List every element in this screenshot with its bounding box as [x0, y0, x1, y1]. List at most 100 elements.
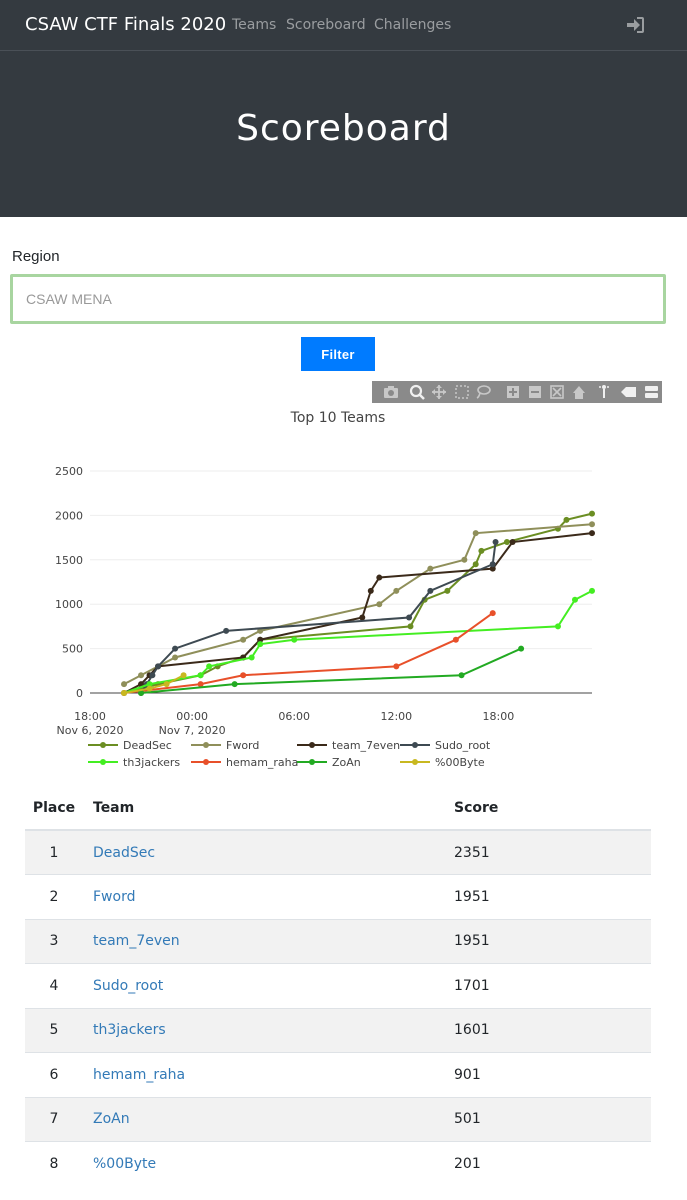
data-point — [427, 565, 434, 572]
chart-title: Top 10 Teams — [290, 410, 386, 426]
team-link[interactable]: ZoAn — [93, 1111, 130, 1127]
data-point — [376, 601, 383, 608]
data-point — [509, 539, 516, 546]
team-link[interactable]: th3jackers — [93, 1022, 166, 1038]
y-tick-label: 2000 — [55, 509, 83, 522]
data-point — [231, 681, 238, 688]
box-select-icon[interactable] — [455, 385, 469, 399]
data-point — [163, 681, 170, 688]
score-cell: 1601 — [454, 1007, 651, 1053]
score-cell: 501 — [454, 1096, 651, 1142]
y-tick-label: 1500 — [55, 554, 83, 567]
zoom-icon[interactable] — [409, 384, 425, 400]
spike-lines-icon[interactable] — [599, 385, 609, 398]
score-cell: 1701 — [454, 963, 651, 1008]
place-cell: 8 — [25, 1141, 93, 1186]
data-point — [406, 614, 413, 621]
zoom-in-icon[interactable] — [507, 386, 519, 398]
team-column-header: Team — [93, 786, 454, 831]
filter-button[interactable]: Filter — [301, 337, 375, 371]
team-link[interactable]: %00Byte — [93, 1156, 156, 1172]
reset-axes-icon[interactable] — [573, 386, 585, 399]
x-tick-sublabel: Nov 6, 2020 — [57, 724, 124, 737]
legend-label: hemam_raha — [226, 756, 298, 769]
place-cell: 4 — [25, 963, 93, 1008]
x-tick-sublabel: Nov 7, 2020 — [159, 724, 226, 737]
team-link[interactable]: Fword — [93, 889, 135, 905]
data-point — [240, 672, 247, 679]
nav-link-scoreboard[interactable]: Scoreboard — [286, 17, 366, 33]
data-point — [472, 530, 479, 537]
data-point — [291, 636, 298, 643]
data-point — [489, 561, 496, 568]
data-point — [376, 574, 383, 581]
legend-label: ZoAn — [332, 756, 361, 769]
sign-in-icon[interactable] — [626, 16, 644, 34]
data-point — [393, 587, 400, 594]
data-point — [554, 623, 561, 630]
x-tick-label: 00:00 — [176, 710, 208, 723]
team-link[interactable]: DeadSec — [93, 845, 155, 861]
team-link[interactable]: Sudo_root — [93, 978, 163, 994]
data-point — [149, 672, 156, 679]
nav-link-teams[interactable]: Teams — [232, 17, 276, 33]
table-header-row: Place Team Score — [25, 786, 651, 831]
legend-label: Sudo_root — [435, 739, 491, 752]
legend-label: team_7even — [332, 739, 400, 752]
data-point — [240, 636, 247, 643]
data-point — [121, 681, 128, 688]
legend-swatch-point — [309, 742, 315, 748]
data-point — [589, 510, 595, 517]
data-point — [589, 587, 595, 594]
legend-swatch-point — [412, 759, 418, 765]
data-point — [180, 672, 187, 679]
data-point — [518, 645, 525, 652]
chart-modebar — [372, 381, 662, 403]
score-column-header: Score — [454, 786, 651, 831]
data-point — [503, 539, 510, 546]
camera-icon[interactable] — [384, 386, 398, 398]
region-input[interactable] — [10, 274, 666, 324]
data-point — [248, 654, 255, 661]
data-point — [461, 556, 468, 563]
score-cell: 2351 — [454, 829, 651, 875]
data-point — [489, 610, 496, 617]
data-point — [206, 663, 213, 670]
y-tick-label: 1000 — [55, 598, 83, 611]
autoscale-icon[interactable] — [550, 385, 564, 399]
page-title: Scoreboard — [236, 108, 451, 149]
x-tick-label: 06:00 — [278, 710, 310, 723]
x-tick-label: 18:00 — [74, 710, 106, 723]
data-point — [478, 547, 485, 554]
data-point — [197, 672, 204, 679]
zoom-out-icon[interactable] — [529, 386, 541, 398]
hover-compare-icon[interactable] — [645, 386, 658, 398]
data-point — [223, 627, 230, 634]
table-row: 1 DeadSec 2351 — [25, 829, 651, 875]
data-point — [407, 623, 414, 630]
legend-label: th3jackers — [123, 756, 180, 769]
legend-swatch-point — [100, 742, 106, 748]
score-cell: 901 — [454, 1052, 651, 1097]
page-header: Scoreboard — [0, 51, 687, 217]
data-point — [444, 587, 451, 594]
lasso-select-icon[interactable] — [476, 385, 491, 399]
data-point — [172, 654, 179, 661]
navbar: CSAW CTF Finals 2020 Teams Scoreboard Ch… — [0, 0, 687, 51]
team-link[interactable]: hemam_raha — [93, 1067, 185, 1083]
table-row: 4 Sudo_root 1701 — [25, 963, 651, 1008]
nav-link-challenges[interactable]: Challenges — [374, 17, 451, 33]
brand-link[interactable]: CSAW CTF Finals 2020 — [25, 14, 226, 35]
data-point — [563, 516, 570, 523]
pan-icon[interactable] — [432, 385, 446, 399]
data-point — [589, 521, 595, 528]
y-tick-label: 500 — [62, 643, 83, 656]
hover-closest-icon[interactable] — [621, 387, 636, 397]
team-link[interactable]: team_7even — [93, 933, 180, 949]
legend-swatch-point — [203, 742, 209, 748]
data-point — [571, 596, 578, 603]
data-point — [172, 645, 179, 652]
table-row: 3 team_7even 1951 — [25, 918, 651, 964]
data-point — [138, 672, 145, 679]
place-cell: 7 — [25, 1096, 93, 1142]
